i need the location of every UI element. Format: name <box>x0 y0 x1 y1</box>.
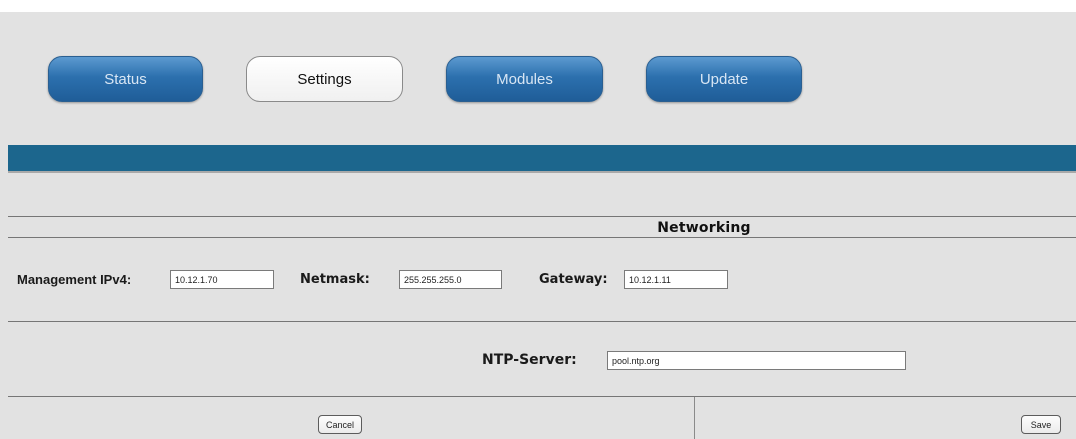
divider-middle <box>8 321 1076 322</box>
gateway-field[interactable] <box>624 270 728 289</box>
tab-modules[interactable]: Modules <box>446 56 603 102</box>
cancel-button[interactable]: Cancel <box>318 415 362 434</box>
gateway-label: Gateway: <box>539 272 608 287</box>
tab-status[interactable]: Status <box>48 56 203 102</box>
header-banner <box>8 145 1076 171</box>
tab-update[interactable]: Update <box>646 56 802 102</box>
divider-top <box>8 216 1076 217</box>
section-title-networking: Networking <box>657 220 751 236</box>
ntp-label: NTP-Server: <box>482 352 577 368</box>
footer-separator <box>694 397 695 439</box>
ipv4-label: Management IPv4: <box>17 272 132 287</box>
divider-title <box>8 237 1076 238</box>
netmask-field[interactable] <box>399 270 502 289</box>
top-border <box>0 0 1076 12</box>
tab-settings[interactable]: Settings <box>246 56 403 102</box>
ntp-server-field[interactable] <box>607 351 906 370</box>
ipv4-field[interactable] <box>170 270 274 289</box>
divider-bottom <box>8 396 1076 397</box>
banner-shadow <box>8 171 1076 173</box>
save-button[interactable]: Save <box>1021 415 1061 434</box>
netmask-label: Netmask: <box>300 272 370 287</box>
